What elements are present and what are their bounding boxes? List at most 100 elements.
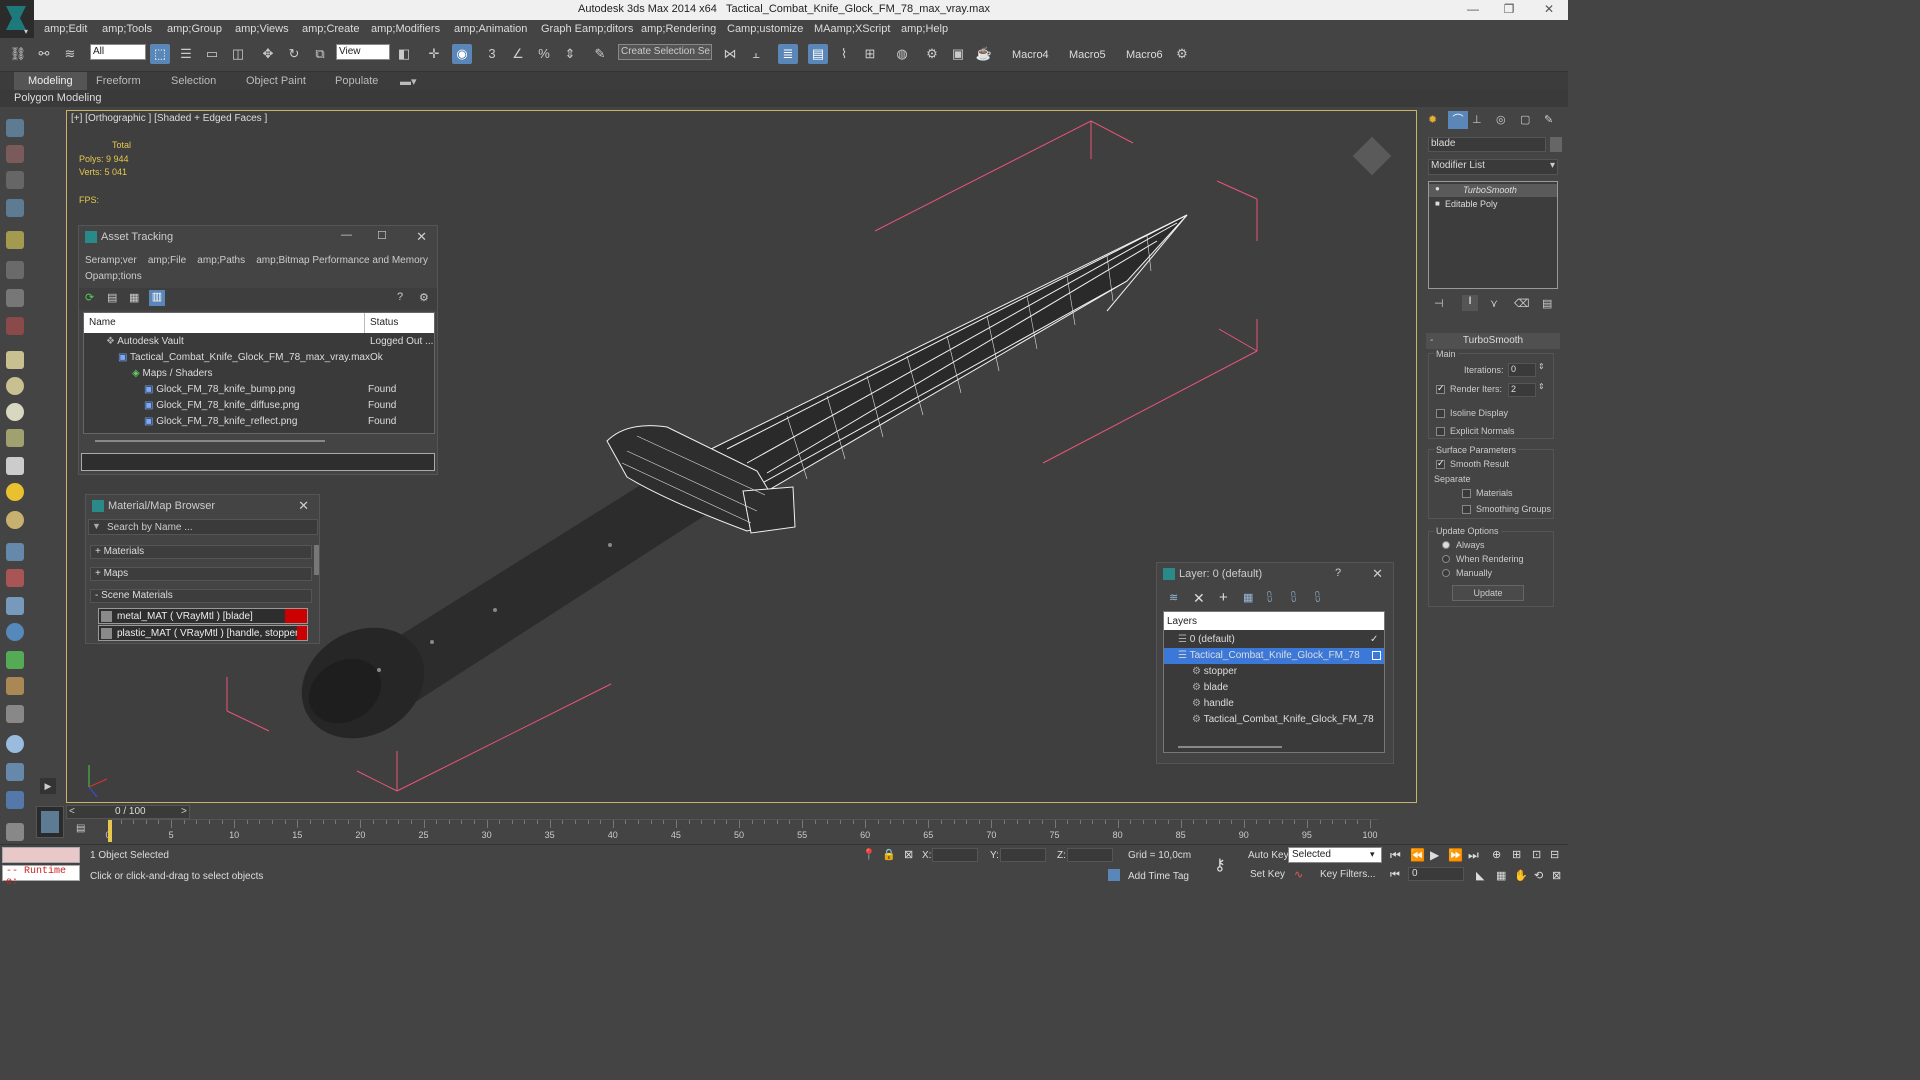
add-time-tag[interactable]: Add Time Tag [1128,871,1189,882]
key-mode-toggle-icon[interactable]: ⏮ [1390,869,1400,882]
menu-bitmap-performance[interactable]: amp;Bitmap Performance and Memory [256,255,428,266]
macro4-button[interactable]: Macro4 [1012,49,1049,61]
add-to-layer-icon[interactable]: + [1219,589,1228,606]
menu-rendering[interactable]: amp;Rendering [641,23,716,35]
rect-selection-icon[interactable]: ▭ [202,44,222,64]
unlink-icon[interactable]: ⚯ [34,44,54,64]
angle-snap-icon[interactable]: ∠ [508,44,528,64]
close-icon[interactable]: ✕ [1372,566,1383,582]
expand-icon[interactable]: ■ [1435,199,1440,208]
spinner-arrows-icon[interactable]: ⇕ [1538,362,1545,371]
layer-manager-icon[interactable]: ≣ [778,44,798,64]
tab-modeling[interactable]: Modeling [14,72,87,90]
select-by-name-icon[interactable]: ☰ [176,44,196,64]
maximize-icon[interactable]: ❐ [1494,2,1524,16]
tool-icon-4[interactable] [6,199,24,217]
x-coordinate-field[interactable] [932,848,978,862]
table-row[interactable]: ▣ Tactical_Combat_Knife_Glock_FM_78_max_… [118,350,436,366]
curve-editor-mini-icon[interactable]: ▤ [76,823,96,837]
link-icon[interactable]: ⛓ [8,44,28,64]
layer-row-default[interactable]: ☰ 0 (default) ✓ [1178,632,1384,648]
tool-icon-18[interactable] [6,597,24,615]
show-end-result-icon[interactable]: I [1462,295,1478,311]
chevron-down-icon[interactable]: ▾ [1370,849,1375,860]
menu-tools[interactable]: amp;Tools [102,23,152,35]
table-row[interactable]: ▣ Glock_FM_78_knife_diffuse.png Found [144,398,436,414]
ribbon-options-icon[interactable]: ▬▾ [400,75,417,88]
next-frame-icon[interactable]: > [181,806,187,817]
turbosmooth-rollout-header[interactable]: TurboSmooth [1426,333,1560,349]
create-tab-icon[interactable]: ✹ [1428,113,1437,126]
schematic-view-icon[interactable]: ⊞ [860,44,880,64]
tab-populate[interactable]: Populate [335,75,378,87]
lock-selection-icon[interactable]: 🔒 [882,848,896,861]
lightbulb-icon[interactable]: ● [1435,184,1440,193]
col-name[interactable]: Name [89,317,116,328]
table-row[interactable]: ❖ Autodesk Vault Logged Out ... [106,334,436,350]
object-row-handle[interactable]: ⚙ handle [1192,696,1384,712]
help-icon[interactable]: ? [1335,567,1341,579]
time-tag-icon[interactable] [1108,869,1120,881]
mini-listener-toggle[interactable] [36,806,64,838]
object-color-swatch[interactable] [1550,137,1562,152]
explicit-normals-checkbox[interactable] [1436,427,1445,436]
category-maps[interactable]: + Maps [90,567,312,581]
curve-editor-icon[interactable]: ⌇ [834,44,854,64]
stack-item-editable-poly[interactable]: Editable Poly [1429,198,1557,211]
category-scene-materials[interactable]: - Scene Materials [90,589,312,603]
configure-sets-icon[interactable]: ▤ [1542,297,1552,310]
table-row[interactable]: ▣ Glock_FM_78_knife_reflect.png Found [144,414,436,430]
tool-icon-21[interactable] [6,677,24,695]
set-key-icon[interactable]: ∿ [1294,868,1303,881]
utilities-tab-icon[interactable]: ✎ [1544,113,1553,126]
render-iters-checkbox[interactable] [1436,383,1445,394]
menu-group[interactable]: amp;Group [167,23,222,35]
mirror-icon[interactable]: ⋈ [720,44,740,64]
scale-icon[interactable]: ⧉ [310,44,330,64]
snaps-toggle-icon[interactable]: 3 [482,44,502,64]
horizontal-scrollbar[interactable] [1178,746,1282,748]
material-editor-icon[interactable]: ◍ [892,44,912,64]
go-to-start-icon[interactable]: ⏮ [1390,848,1401,863]
macro5-button[interactable]: Macro5 [1069,49,1106,61]
time-slider[interactable]: < 0 / 100 > [66,805,190,819]
horizontal-scrollbar[interactable] [95,440,325,442]
tab-object-paint[interactable]: Object Paint [246,75,306,87]
iterations-spinner[interactable]: 0 [1508,363,1536,377]
prev-frame-icon[interactable]: < [69,806,75,817]
settings-icon[interactable]: ⚙ [419,291,429,304]
table-row[interactable]: ▣ Glock_FM_78_knife_bump.png Found [144,382,436,398]
z-coordinate-field[interactable] [1067,848,1113,862]
tool-icon-6[interactable] [6,261,24,279]
tool-icon-11[interactable] [6,403,24,421]
chevron-down-icon[interactable]: ▾ [1550,160,1555,171]
zoom-extents-all-icon[interactable]: ⊟ [1550,848,1559,861]
select-object-icon[interactable]: ⬚ [150,44,170,64]
field-of-view-icon[interactable]: ◣ [1476,869,1484,882]
minimize-icon[interactable]: — [341,229,352,241]
close-icon[interactable]: ✕ [1534,2,1564,16]
manually-radio[interactable] [1442,569,1450,577]
tool-icon-26[interactable] [6,823,24,841]
zoom-extents-icon[interactable]: ⊡ [1532,848,1541,861]
auto-key-button[interactable]: Auto Key [1248,850,1289,861]
pin-stack-icon[interactable]: ⊣ [1434,297,1444,310]
menu-help[interactable]: amp;Help [901,23,948,35]
tool-icon-20[interactable] [6,651,24,669]
next-key-icon[interactable]: ⏩ [1448,848,1463,862]
percent-snap-icon[interactable]: % [534,44,554,64]
key-filters-button[interactable]: Key Filters... [1320,869,1376,880]
key-icon[interactable]: ⚷ [1214,855,1226,875]
rendered-frame-icon[interactable]: ▣ [948,44,968,64]
tool-icon-12[interactable] [6,429,24,447]
tool-icon-16[interactable] [6,543,24,561]
menu-views[interactable]: amp;Views [235,23,289,35]
menu-maxscript[interactable]: MAamp;XScript [814,23,890,35]
align-icon[interactable]: ⫠ [746,44,766,64]
tool-icon-17[interactable] [6,569,24,587]
path-field[interactable] [81,453,435,471]
make-unique-icon[interactable]: ⋎ [1490,297,1498,310]
refresh-icon[interactable]: ⟳ [85,291,94,304]
tool-icon-9[interactable] [6,351,24,369]
list-item[interactable]: metal_MAT ( VRayMtl ) [blade] [98,608,308,624]
